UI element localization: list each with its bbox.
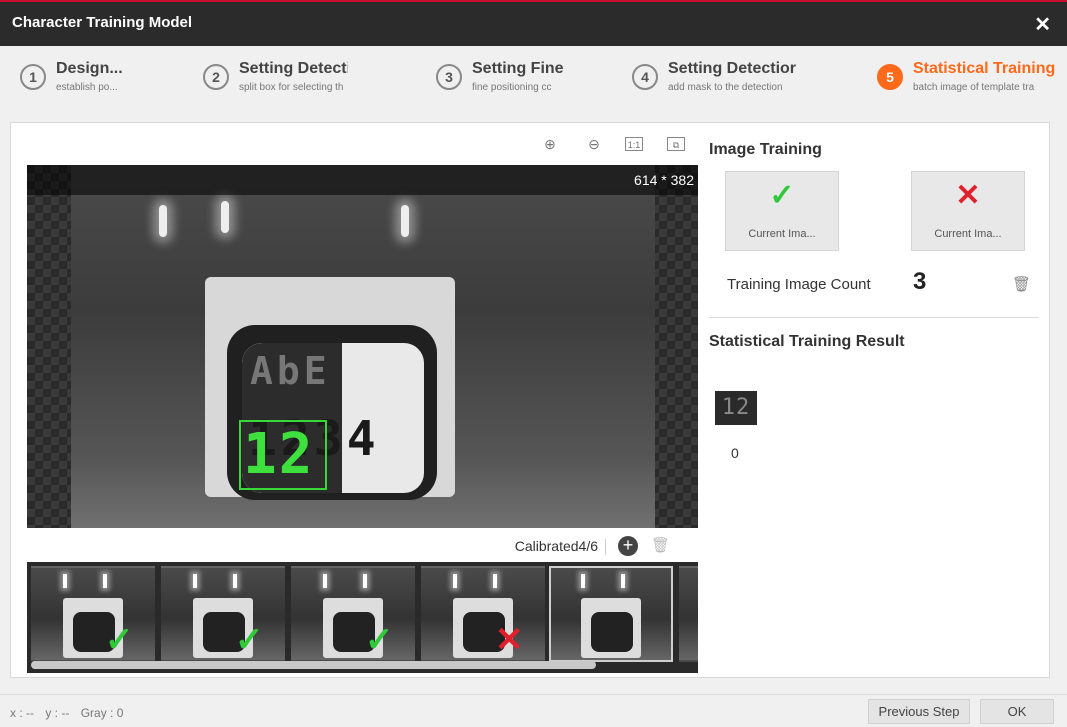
calibrated-check-icon: ✓ bbox=[365, 621, 394, 659]
close-icon[interactable]: ✕ bbox=[1034, 12, 1051, 37]
device-display bbox=[591, 612, 633, 652]
statistical-result-title: Statistical Training Result bbox=[709, 333, 905, 350]
mark-ng-label: Current Ima... bbox=[934, 228, 1002, 240]
training-count-row: Training Image Count 3 🗑 bbox=[709, 263, 1039, 305]
y-coordinate: y : -- bbox=[45, 706, 70, 720]
x-coordinate: x : -- bbox=[10, 706, 34, 720]
thumbnail-1[interactable]: ✓ bbox=[31, 566, 155, 662]
step-number: 4 bbox=[632, 64, 658, 90]
step-number: 3 bbox=[436, 64, 462, 90]
light-reflection bbox=[103, 574, 107, 588]
step-1[interactable]: 1 Design... establish po... bbox=[20, 60, 170, 100]
step-4[interactable]: 4 Setting Detectior add mask to the dete… bbox=[632, 60, 818, 100]
step-5[interactable]: 5 Statistical Training batch image of te… bbox=[877, 60, 1067, 100]
step-title: Design... bbox=[56, 60, 123, 77]
calibrated-count: Calibrated4/6 bbox=[514, 538, 598, 554]
step-subtitle: add mask to the detection bbox=[668, 82, 783, 93]
fit-window-icon[interactable]: ⧉ bbox=[667, 137, 685, 151]
step-number: 2 bbox=[203, 64, 229, 90]
zoom-in-icon[interactable]: ⊕ bbox=[539, 135, 561, 153]
thumbnail-bar: Calibrated4/6 + 🗑 bbox=[27, 528, 698, 562]
step-title: Setting Fine bbox=[472, 60, 564, 77]
divider bbox=[605, 539, 606, 555]
image-dimensions: 614 * 382 bbox=[27, 165, 698, 195]
training-count-value: 3 bbox=[913, 268, 927, 295]
light-reflection bbox=[323, 574, 327, 588]
mark-ng-button[interactable]: ✕ Current Ima... bbox=[911, 171, 1025, 251]
roi-box[interactable]: 12 bbox=[239, 420, 327, 490]
step-2[interactable]: 2 Setting Detecti split box for selectin… bbox=[203, 60, 348, 100]
roi-characters: 12 bbox=[243, 422, 315, 487]
status-bar: x : -- y : -- Gray : 0 Previous Step OK bbox=[0, 694, 1067, 727]
cross-icon: ✕ bbox=[955, 179, 981, 212]
content-panel: ⊕ ⊖ 1:1 ⧉ AbE 1234 12 614 * 382 Calibrat… bbox=[10, 122, 1050, 678]
step-number: 5 bbox=[877, 64, 903, 90]
light-reflection bbox=[621, 574, 625, 588]
divider bbox=[709, 317, 1039, 318]
light-reflection bbox=[453, 574, 457, 588]
step-subtitle: establish po... bbox=[56, 82, 118, 93]
thumbnail-3[interactable]: ✓ bbox=[291, 566, 415, 662]
ok-button[interactable]: OK bbox=[980, 699, 1054, 724]
light-reflection bbox=[493, 574, 497, 588]
training-count-label: Training Image Count bbox=[727, 276, 871, 293]
add-image-icon[interactable]: + bbox=[618, 536, 638, 556]
previous-step-button[interactable]: Previous Step bbox=[868, 699, 970, 724]
calibrated-check-icon: ✓ bbox=[235, 621, 264, 659]
step-subtitle: fine positioning cc bbox=[472, 82, 552, 93]
zoom-out-icon[interactable]: ⊖ bbox=[583, 135, 605, 153]
thumbnail-4[interactable]: ✕ bbox=[421, 566, 545, 662]
image-toolbar: ⊕ ⊖ 1:1 ⧉ bbox=[27, 123, 698, 165]
light-reflection bbox=[159, 205, 167, 237]
thumbnail-5[interactable] bbox=[549, 566, 673, 662]
step-title: Statistical Training bbox=[913, 60, 1056, 77]
title-bar: Character Training Model ✕ bbox=[0, 0, 1067, 46]
gray-value: Gray : 0 bbox=[80, 706, 124, 720]
actual-size-icon[interactable]: 1:1 bbox=[625, 137, 643, 151]
mark-ok-label: Current Ima... bbox=[748, 228, 816, 240]
light-reflection bbox=[221, 201, 229, 233]
light-reflection bbox=[63, 574, 67, 588]
thumbnail-2[interactable]: ✓ bbox=[161, 566, 285, 662]
light-reflection bbox=[193, 574, 197, 588]
light-reflection bbox=[233, 574, 237, 588]
step-subtitle: split box for selecting th bbox=[239, 82, 344, 93]
window-title: Character Training Model bbox=[12, 14, 193, 31]
step-title: Setting Detecti bbox=[239, 60, 348, 77]
calibrated-check-icon: ✓ bbox=[105, 621, 134, 659]
check-icon: ✓ bbox=[769, 179, 795, 212]
image-panel: ⊕ ⊖ 1:1 ⧉ AbE 1234 12 614 * 382 Calibrat… bbox=[27, 123, 698, 679]
light-reflection bbox=[581, 574, 585, 588]
mark-ok-button[interactable]: ✓ Current Ima... bbox=[725, 171, 839, 251]
step-subtitle: batch image of template tra bbox=[913, 82, 1035, 93]
result-thumbnail[interactable]: 12 bbox=[715, 391, 757, 425]
thumbnail-6[interactable] bbox=[679, 566, 698, 662]
coordinate-readout: x : -- y : -- Gray : 0 bbox=[10, 706, 131, 720]
image-viewer[interactable]: AbE 1234 12 614 * 382 bbox=[27, 165, 698, 528]
light-reflection bbox=[401, 205, 409, 237]
result-value: 0 bbox=[731, 445, 739, 461]
top-characters: AbE bbox=[250, 349, 331, 393]
step-title: Setting Detectior bbox=[668, 60, 797, 77]
step-number: 1 bbox=[20, 64, 46, 90]
horizontal-scrollbar[interactable] bbox=[31, 661, 596, 669]
image-training-title: Image Training bbox=[709, 141, 822, 158]
step-wizard: 1 Design... establish po... 2 Setting De… bbox=[0, 46, 1067, 118]
trash-icon[interactable]: 🗑 bbox=[1012, 275, 1031, 293]
light-reflection bbox=[363, 574, 367, 588]
character-training-window: Character Training Model ✕ 1 Design... e… bbox=[0, 0, 1067, 727]
training-panel: Image Training ✓ Current Ima... ✕ Curren… bbox=[709, 123, 1049, 679]
delete-image-icon[interactable]: 🗑 bbox=[651, 536, 670, 554]
step-3[interactable]: 3 Setting Fine fine positioning cc bbox=[436, 60, 576, 100]
failed-cross-icon: ✕ bbox=[495, 621, 524, 659]
thumbnail-strip: ✓ ✓ ✓ ✕ bbox=[27, 562, 698, 673]
